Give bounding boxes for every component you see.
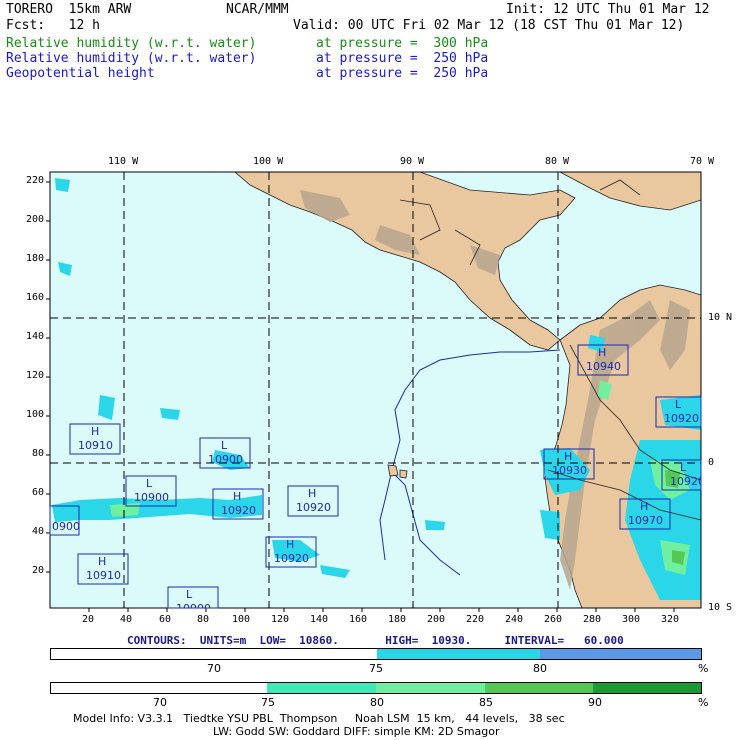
cb2-label: 70: [153, 696, 167, 709]
cb2-seg: [376, 683, 486, 693]
cb1-seg: [51, 649, 215, 659]
cb2-seg: [159, 683, 268, 693]
cb1-label: 75: [369, 662, 383, 675]
cb2-label: 75: [261, 696, 275, 709]
cb2-seg: [267, 683, 377, 693]
hl-type: H: [286, 538, 295, 551]
cb2-seg: [593, 683, 701, 693]
hl-value: 10900: [134, 491, 169, 504]
hl-type: L: [675, 398, 682, 411]
hl-value: 10900: [176, 602, 211, 608]
hl-type: H: [91, 425, 100, 438]
hl-value: 10920: [670, 475, 701, 488]
hl-type: L: [680, 461, 687, 474]
hl-type: H: [98, 555, 107, 568]
hl-value: 10920: [296, 501, 331, 514]
cb1-seg: [214, 649, 378, 659]
hl-type: H: [308, 487, 317, 500]
hl-type: L: [146, 477, 153, 490]
cb2-label: 90: [588, 696, 602, 709]
cb2-seg: [51, 683, 160, 693]
cb2-seg: [485, 683, 594, 693]
hl-value: 10910: [78, 439, 113, 452]
cb1-unit: %: [698, 662, 709, 675]
hl-value: 10940: [586, 360, 621, 373]
hl-value: 10920: [274, 552, 309, 565]
hl-value: 10930: [552, 464, 587, 477]
hl-value: 10900: [208, 453, 243, 466]
cb1-label: 80: [533, 662, 547, 675]
cb2-unit: %: [698, 696, 709, 709]
colorbar-rh-300: [50, 682, 702, 694]
model-info-line-2: LW: Godd SW: Goddard DIFF: simple KM: 2D…: [213, 725, 500, 738]
cb1-seg: [540, 649, 701, 659]
hl-value: 10920: [664, 412, 699, 425]
hl-type: H: [564, 450, 573, 463]
hl-value: 10910: [86, 569, 121, 582]
hl-type: L: [186, 588, 193, 601]
model-info-line-1: Model Info: V3.3.1 Tiedtke YSU PBL Thomp…: [73, 712, 565, 725]
hl-type: L: [221, 439, 228, 452]
hl-value: 0900: [52, 520, 80, 533]
hl-type: H: [233, 490, 242, 503]
cb2-label: 85: [479, 696, 493, 709]
hl-type: H: [598, 346, 607, 359]
hl-value: 10970: [628, 514, 663, 527]
contours-info: CONTOURS: UNITS=m LOW= 10860. HIGH= 1093…: [127, 634, 624, 647]
cb1-label: 70: [207, 662, 221, 675]
hl-value: 10920: [221, 504, 256, 517]
cb2-label: 80: [370, 696, 384, 709]
hl-type: H: [640, 500, 649, 513]
cb1-seg: [377, 649, 541, 659]
colorbar-rh-250: [50, 648, 702, 660]
